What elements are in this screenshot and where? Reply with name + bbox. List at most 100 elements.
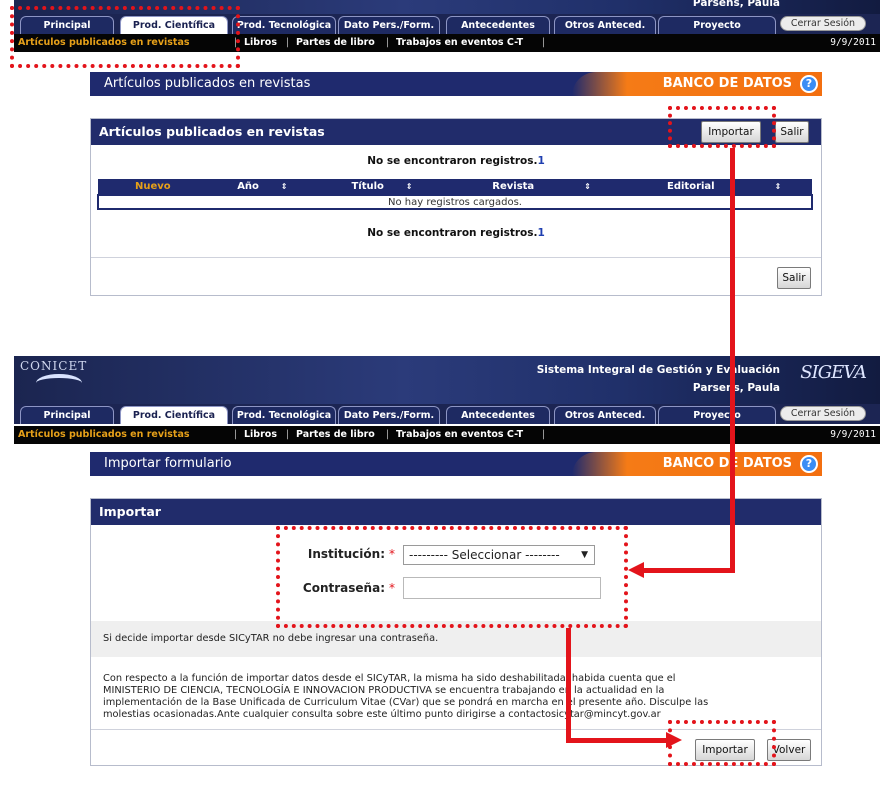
subnav-item-partes-libro[interactable]: Partes de libro [296, 34, 375, 52]
password-label-text: Contraseña: [302, 581, 385, 595]
table-header-row: Nuevo Año ⇕ Título ⇕ Revista ⇕ Editorial ⇕ [98, 179, 812, 195]
top-panel: Parsens, Paula Principal Prod. Científic… [14, 0, 880, 300]
col-revista[interactable]: Revista ⇕ [446, 179, 637, 195]
disclaimer-line: molestias ocasionadas.Ante cualquier con… [103, 709, 661, 720]
subnav-item-libros[interactable]: Libros [244, 426, 277, 444]
col-nuevo-label: Nuevo [134, 181, 171, 192]
subnav-item-libros[interactable]: Libros [244, 34, 277, 52]
top-subnav: Artículos publicados en revistas | Libro… [14, 34, 880, 52]
subnav-item-partes-libro[interactable]: Partes de libro [296, 426, 375, 444]
page-title-bar: Artículos publicados en revistas BANCO D… [90, 72, 822, 96]
screenshot-composite: Parsens, Paula Principal Prod. Científic… [0, 0, 886, 792]
col-revista-label: Revista [492, 181, 535, 192]
bottom-tab-bar: Principal Prod. Científica Prod. Tecnoló… [14, 404, 880, 424]
help-icon[interactable]: ? [800, 455, 818, 473]
no-records-count: 1 [537, 227, 545, 239]
help-icon[interactable]: ? [800, 75, 818, 93]
subnav-item-articulos[interactable]: Artículos publicados en revistas [18, 34, 190, 52]
top-tab-bar: Principal Prod. Científica Prod. Tecnoló… [14, 14, 880, 34]
box-footer-divider [91, 257, 821, 258]
tab-prod-tecnologica[interactable]: Prod. Tecnológica [232, 16, 336, 34]
articles-table: Nuevo Año ⇕ Título ⇕ Revista ⇕ Editorial ⇕ N… [97, 179, 813, 210]
top-banner: Parsens, Paula [14, 0, 880, 14]
col-editorial[interactable]: Editorial ⇕ [636, 179, 812, 195]
tab-antecedentes[interactable]: Antecedentes [446, 406, 550, 424]
conicet-wave-icon [36, 374, 82, 392]
col-nuevo[interactable]: Nuevo [98, 179, 208, 195]
sort-icon[interactable]: ⇕ [406, 182, 413, 191]
subnav-separator: | [542, 37, 546, 48]
sicytar-note-band: Si decide importar desde SICyTAR no debe… [91, 621, 821, 657]
subnav-separator: | [234, 429, 238, 440]
exit-button[interactable]: Salir [775, 121, 809, 143]
sort-icon[interactable]: ⇕ [281, 182, 288, 191]
tab-principal[interactable]: Principal [20, 406, 114, 424]
tab-dato-pers[interactable]: Dato Pers./Form. [338, 406, 440, 424]
institucion-select-value: --------- Seleccionar -------- [409, 548, 560, 562]
user-name: Parsens, Paula [692, 382, 780, 394]
col-anio[interactable]: Año ⇕ [207, 179, 318, 195]
page-title-bar: Importar formulario BANCO DE DATOS ? [90, 452, 822, 476]
conicet-logo: CONICET [20, 359, 88, 373]
table-row: No hay registros cargados. [97, 194, 813, 210]
tab-antecedentes[interactable]: Antecedentes [446, 16, 550, 34]
institucion-select[interactable]: --------- Seleccionar -------- ▼ [403, 545, 595, 565]
page-title: Importar formulario [104, 456, 232, 471]
tab-dato-pers[interactable]: Dato Pers./Form. [338, 16, 440, 34]
required-mark: * [389, 547, 395, 561]
sigeva-logo: SIGEVA [800, 362, 867, 383]
tab-proyecto[interactable]: Proyecto [658, 16, 776, 34]
subnav-separator: | [386, 37, 390, 48]
subnav-item-trabajos-eventos[interactable]: Trabajos en eventos C-T [396, 426, 523, 444]
bottom-panel: CONICET Sistema Integral de Gestión y Ev… [14, 356, 880, 776]
tab-otros-anteced[interactable]: Otros Anteced. [554, 406, 656, 424]
password-field[interactable] [403, 577, 601, 599]
connector-line [644, 568, 735, 573]
logout-button[interactable]: Cerrar Sesión [780, 406, 866, 421]
tab-proyecto[interactable]: Proyecto [658, 406, 776, 424]
subnav-separator: | [542, 429, 546, 440]
import-box-header: Importar [91, 499, 821, 525]
bottom-subnav: Artículos publicados en revistas | Libro… [14, 426, 880, 444]
articles-box-title: Artículos publicados en revistas [99, 124, 325, 139]
arrowhead-icon [628, 562, 644, 578]
no-records-message-bottom: No se encontraron registros.1 [91, 227, 821, 239]
banco-de-datos-label: BANCO DE DATOS [662, 456, 792, 471]
back-button[interactable]: Volver [767, 739, 811, 761]
tab-prod-cientifica[interactable]: Prod. Científica [120, 16, 228, 34]
disclaimer-line: Con respecto a la función de importar da… [103, 673, 676, 684]
import-submit-button[interactable]: Importar [695, 739, 755, 761]
password-label: Contraseña: * [271, 581, 395, 595]
page-title: Artículos publicados en revistas [104, 76, 311, 91]
col-editorial-label: Editorial [667, 181, 715, 192]
current-date: 9/9/2011 [830, 429, 876, 440]
no-records-count: 1 [537, 155, 545, 167]
col-titulo[interactable]: Título ⇕ [317, 179, 447, 195]
tab-prod-tecnologica[interactable]: Prod. Tecnológica [232, 406, 336, 424]
institucion-label: Institución: * [271, 547, 395, 561]
connector-line [566, 738, 670, 743]
chevron-down-icon: ▼ [581, 550, 588, 560]
subnav-item-trabajos-eventos[interactable]: Trabajos en eventos C-T [396, 34, 523, 52]
system-name: Sistema Integral de Gestión y Evaluación [536, 364, 780, 376]
no-records-text: No se encontraron registros. [367, 227, 538, 239]
articles-box: Artículos publicados en revistas Importa… [90, 118, 822, 296]
subnav-separator: | [234, 37, 238, 48]
sort-icon[interactable]: ⇕ [584, 182, 591, 191]
import-button[interactable]: Importar [701, 121, 761, 143]
subnav-separator: | [286, 37, 290, 48]
subnav-item-articulos[interactable]: Artículos publicados en revistas [18, 426, 190, 444]
tab-principal[interactable]: Principal [20, 16, 114, 34]
footer-exit-button[interactable]: Salir [777, 267, 811, 289]
tab-prod-cientifica[interactable]: Prod. Científica [120, 406, 228, 424]
sort-icon[interactable]: ⇕ [775, 182, 782, 191]
tab-otros-anteced[interactable]: Otros Anteced. [554, 16, 656, 34]
col-anio-label: Año [237, 181, 259, 192]
connector-line [566, 628, 571, 742]
connector-line [730, 148, 735, 572]
banner-user-name: Parsens, Paula [692, 0, 780, 9]
bottom-banner: CONICET Sistema Integral de Gestión y Ev… [14, 356, 880, 404]
col-titulo-label: Título [351, 181, 384, 192]
institucion-label-text: Institución: [307, 547, 385, 561]
logout-button[interactable]: Cerrar Sesión [780, 16, 866, 31]
